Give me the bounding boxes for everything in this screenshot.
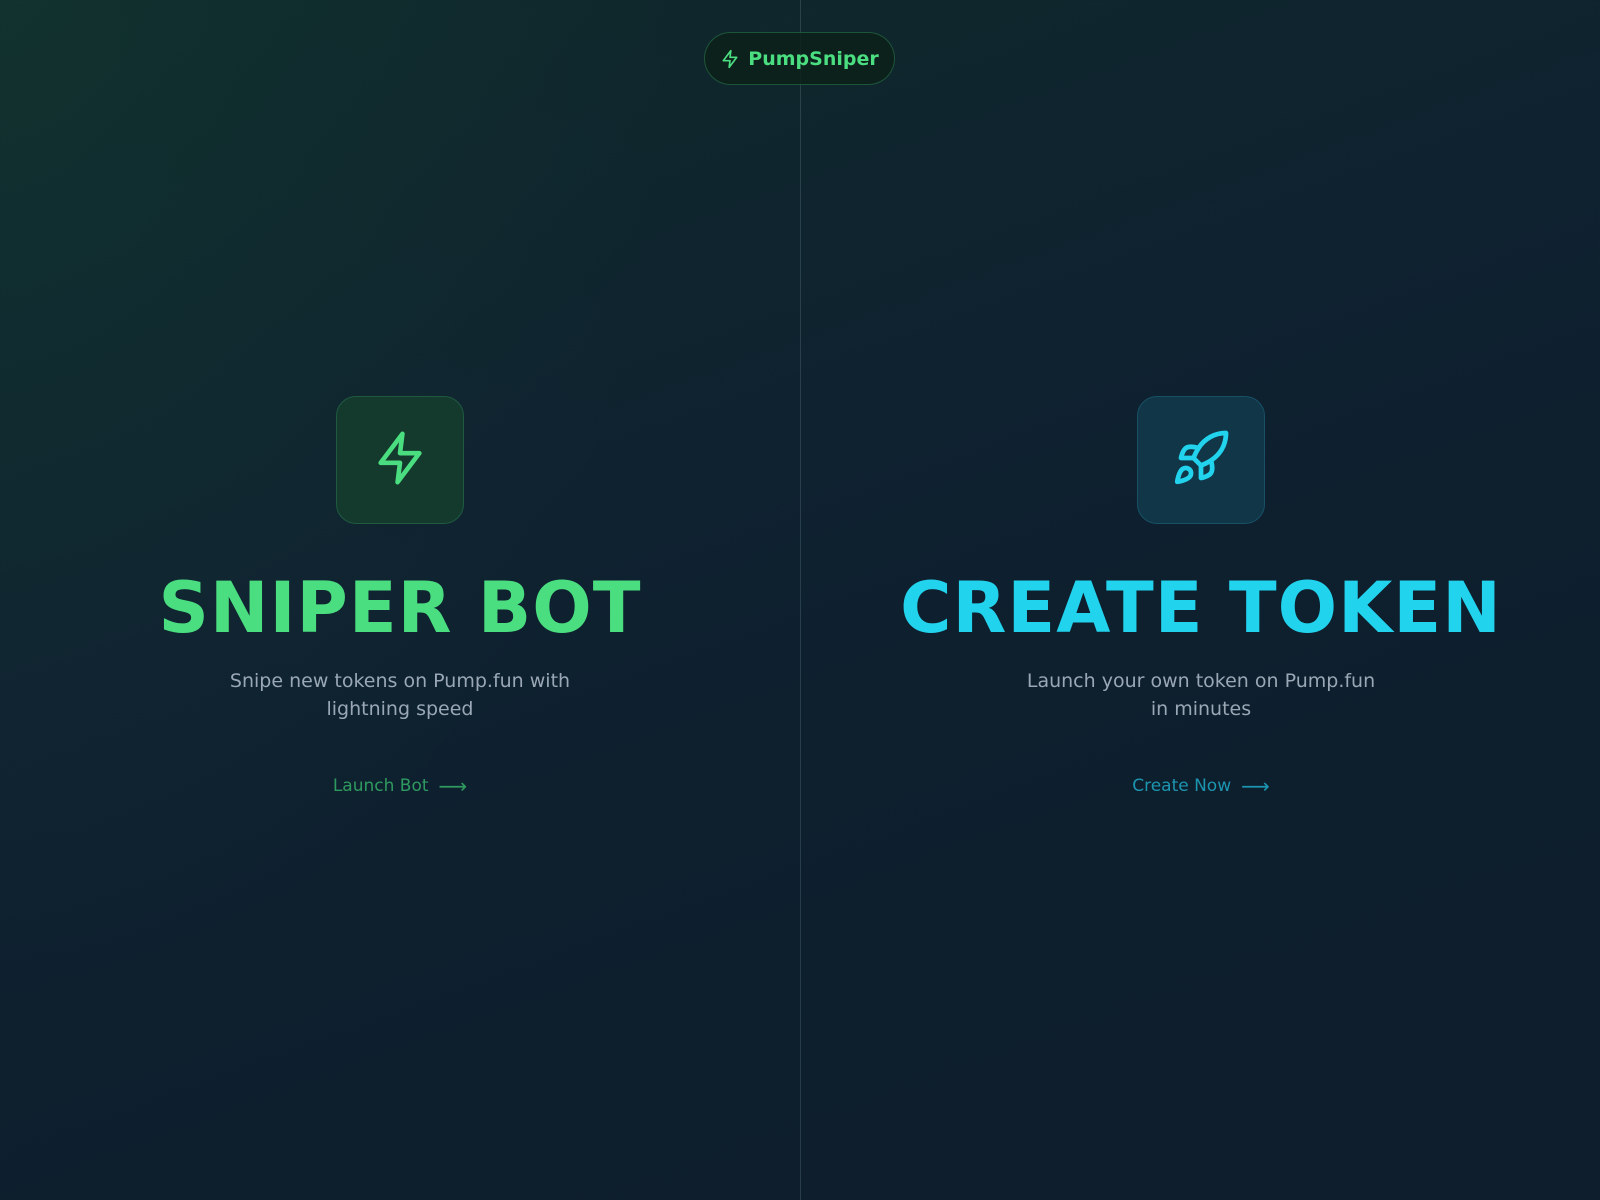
sniper-bot-icon-tile xyxy=(336,396,464,524)
create-now-link[interactable]: Create Now ⟶ xyxy=(801,776,1600,796)
sniper-bot-panel[interactable]: SNIPER BOT Snipe new tokens on Pump.fun … xyxy=(0,0,800,1200)
sniper-bot-title: SNIPER BOT xyxy=(158,567,642,649)
create-token-panel[interactable]: CREATE TOKEN Launch your own token on Pu… xyxy=(801,0,1600,1200)
sniper-bot-description: Snipe new tokens on Pump.fun with lightn… xyxy=(229,670,571,720)
lightning-icon xyxy=(371,428,429,492)
create-now-label: Create Now xyxy=(1132,776,1232,796)
launch-bot-link[interactable]: Launch Bot ⟶ xyxy=(0,776,800,796)
rocket-icon xyxy=(1171,428,1231,492)
arrow-right-icon: ⟶ xyxy=(1241,774,1270,798)
create-token-title: CREATE TOKEN xyxy=(900,567,1502,649)
create-token-icon-tile xyxy=(1137,396,1265,524)
launch-bot-label: Launch Bot xyxy=(332,776,429,796)
create-token-description: Launch your own token on Pump.fun in min… xyxy=(1026,670,1376,720)
arrow-right-icon: ⟶ xyxy=(438,774,468,798)
